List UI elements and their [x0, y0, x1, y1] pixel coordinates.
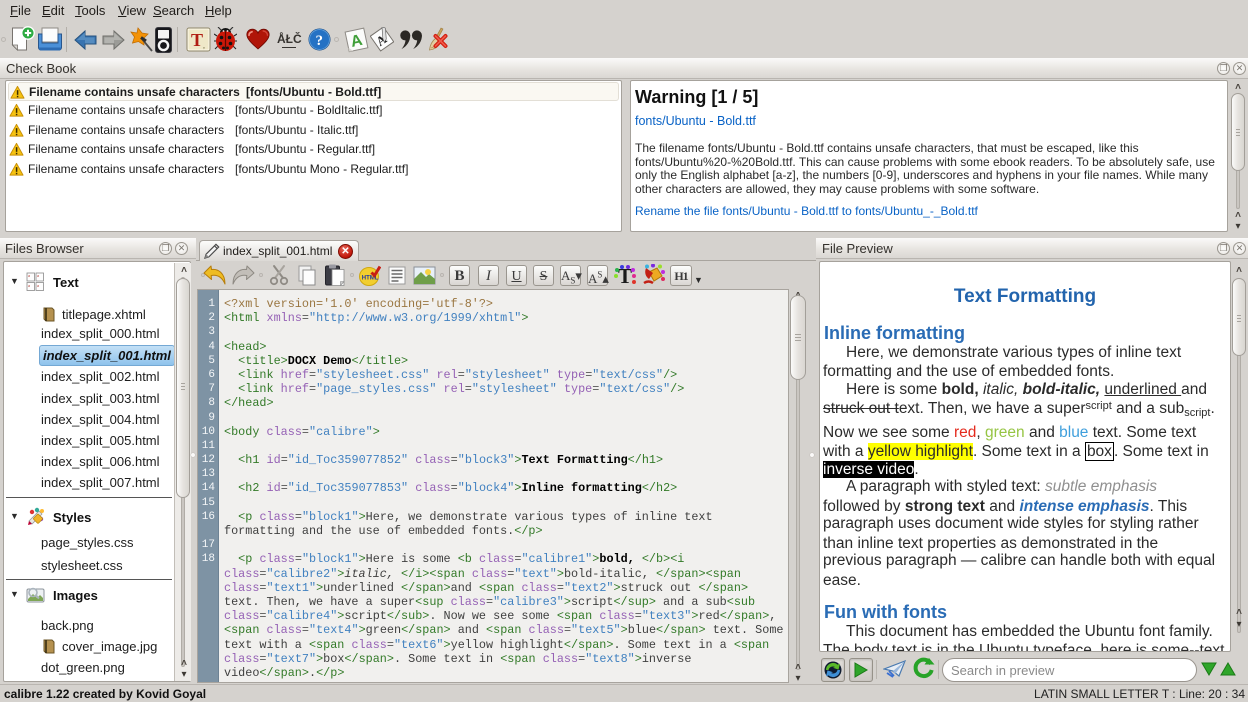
svg-text:T: T — [191, 30, 203, 50]
svg-text:?: ? — [316, 33, 324, 49]
svg-text:a: a — [37, 283, 39, 288]
svg-text:a: a — [28, 273, 30, 278]
svg-text:HTML: HTML — [362, 276, 379, 282]
svg-text:a: a — [37, 273, 39, 278]
svg-text:,: , — [203, 41, 205, 50]
svg-text:a: a — [28, 283, 30, 288]
